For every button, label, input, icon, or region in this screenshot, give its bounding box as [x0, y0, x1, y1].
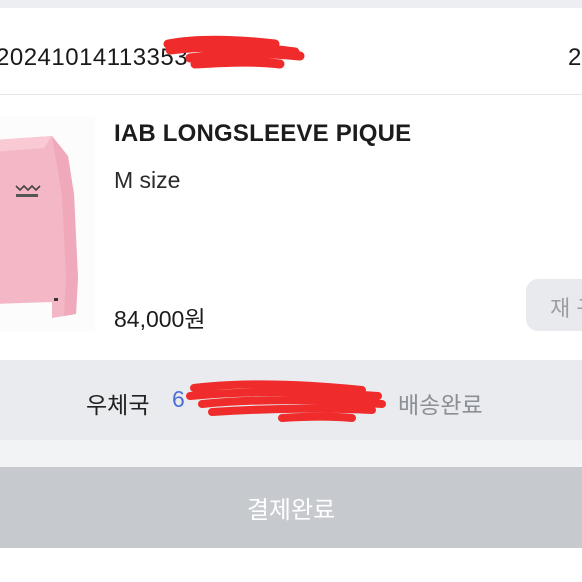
product-price: 84,000원 — [114, 306, 206, 332]
header-divider — [0, 94, 582, 95]
top-strip — [0, 0, 582, 8]
redaction-scribble — [186, 380, 386, 422]
product-thumbnail[interactable] — [0, 116, 95, 332]
order-date: 2 — [568, 44, 582, 71]
sweatshirt-image — [0, 116, 95, 332]
shipping-status: 배송완료 — [398, 392, 483, 418]
payment-status-button[interactable]: 결제완료 — [0, 467, 582, 548]
product-name[interactable]: IAB LONGSLEEVE PIQUE — [114, 120, 411, 148]
carrier-name: 우체국 — [86, 392, 150, 418]
bottom-area — [0, 548, 582, 582]
payment-status-label: 결제완료 — [246, 497, 336, 524]
redaction-scribble — [163, 35, 305, 69]
rebuy-button[interactable]: 재 구 — [526, 279, 582, 331]
product-option: M size — [114, 167, 181, 193]
